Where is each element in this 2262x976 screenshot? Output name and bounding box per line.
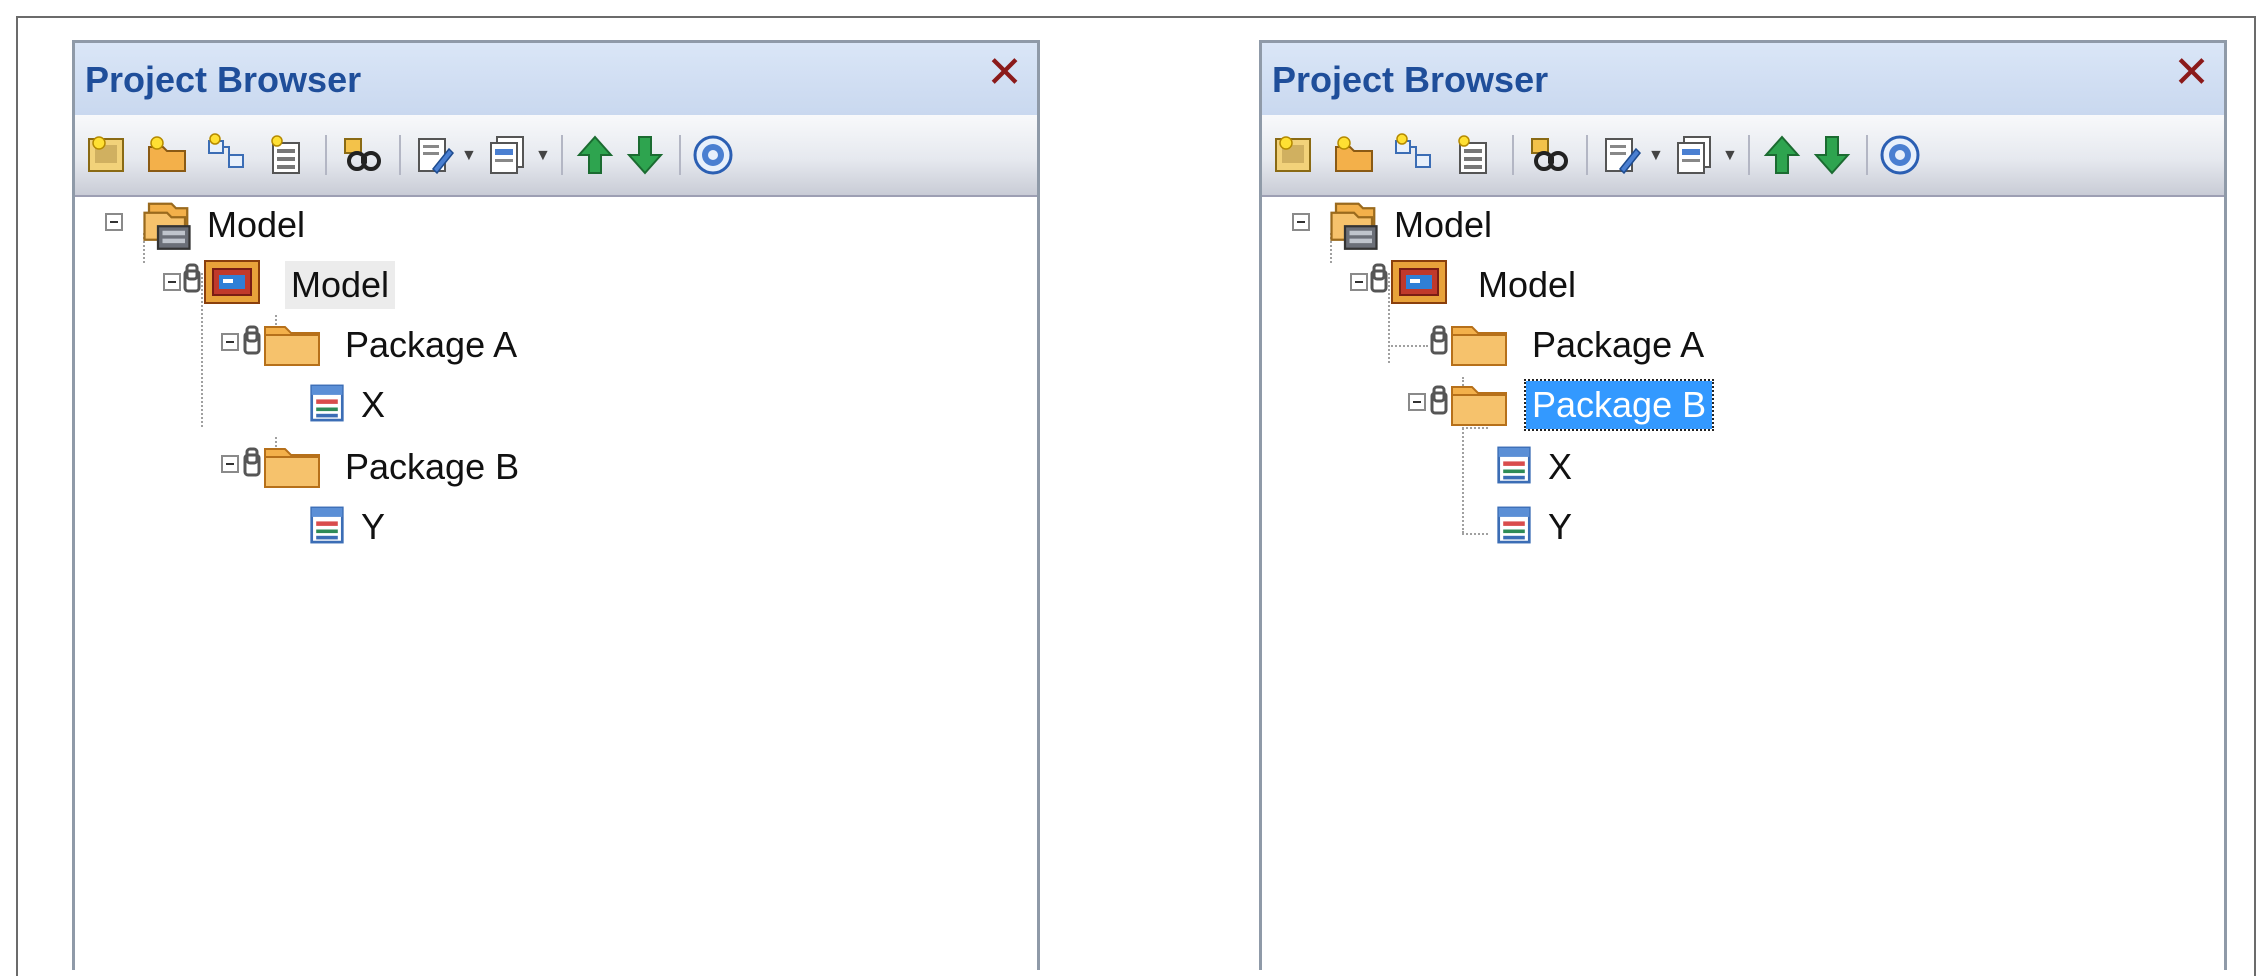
tree-node-package-b[interactable]: Package B: [339, 443, 525, 491]
folder-package-icon: [243, 441, 323, 489]
chevron-down-icon[interactable]: ▼: [535, 147, 551, 165]
chevron-down-icon[interactable]: ▼: [1722, 147, 1738, 165]
chevron-down-icon[interactable]: ▼: [1648, 147, 1664, 165]
toolbar-separator: [1586, 135, 1588, 175]
toolbar: ▼ ▼: [75, 115, 1037, 197]
view-icon[interactable]: [487, 133, 531, 177]
class-element-icon: [309, 383, 345, 423]
tree-node-package-a[interactable]: Package A: [1526, 321, 1710, 369]
toolbar-separator: [1512, 135, 1514, 175]
project-browser-panel-right: Project Browser ✕ ▼ ▼ Model Model Packag…: [1259, 40, 2227, 970]
find-icon[interactable]: [339, 133, 383, 177]
tree-node-model[interactable]: Model: [285, 261, 396, 309]
collapse-toggle[interactable]: [1350, 273, 1368, 291]
properties-icon[interactable]: [1600, 133, 1644, 177]
collapse-toggle[interactable]: [1408, 393, 1426, 411]
tree-node-model[interactable]: Model: [1472, 261, 1582, 309]
properties-icon[interactable]: [413, 133, 457, 177]
collapse-toggle[interactable]: [105, 213, 123, 231]
move-down-icon[interactable]: [623, 133, 667, 177]
move-up-icon[interactable]: [1760, 133, 1804, 177]
tree-connector: [1462, 427, 1488, 429]
folder-package-icon: [243, 319, 323, 367]
collapse-toggle[interactable]: [221, 333, 239, 351]
tree-node-root-model[interactable]: Model: [1388, 201, 1498, 249]
tree-node-y[interactable]: Y: [355, 503, 391, 551]
toolbar-separator: [561, 135, 563, 175]
tree-node-root-model[interactable]: Model: [201, 201, 311, 249]
collapse-toggle[interactable]: [1292, 213, 1310, 231]
move-down-icon[interactable]: [1810, 133, 1854, 177]
view-icon[interactable]: [1674, 133, 1718, 177]
help-icon[interactable]: [1878, 133, 1922, 177]
panel-title: Project Browser: [1272, 59, 1549, 100]
new-diagram-icon[interactable]: [1272, 133, 1316, 177]
panel-titlebar: Project Browser ✕: [75, 43, 1037, 115]
new-child-icon[interactable]: [265, 133, 309, 177]
collapse-toggle[interactable]: [163, 273, 181, 291]
toolbar-separator: [325, 135, 327, 175]
model-root-icon: [1324, 197, 1384, 251]
collapse-toggle[interactable]: [221, 455, 239, 473]
tree-view: Model Model Package A X Package B Y: [75, 197, 1037, 970]
folder-package-icon: [1430, 379, 1510, 427]
new-element-icon[interactable]: [205, 133, 249, 177]
new-package-icon[interactable]: [145, 133, 189, 177]
tree-node-package-b[interactable]: Package B: [1523, 379, 1715, 431]
project-browser-panel-left: Project Browser ✕ ▼ ▼ Model Model Packag…: [72, 40, 1040, 970]
tree-node-x[interactable]: X: [355, 381, 391, 429]
move-up-icon[interactable]: [573, 133, 617, 177]
new-diagram-icon[interactable]: [85, 133, 129, 177]
toolbar-separator: [679, 135, 681, 175]
tree-connector: [1388, 345, 1428, 347]
new-element-icon[interactable]: [1392, 133, 1436, 177]
new-child-icon[interactable]: [1452, 133, 1496, 177]
model-root-icon: [137, 197, 197, 251]
model-package-icon: [183, 257, 263, 305]
tree-node-y[interactable]: Y: [1542, 503, 1578, 551]
find-icon[interactable]: [1526, 133, 1570, 177]
model-package-icon: [1370, 257, 1450, 305]
close-icon[interactable]: ✕: [986, 51, 1023, 95]
help-icon[interactable]: [691, 133, 735, 177]
class-element-icon: [1496, 445, 1532, 485]
tree-node-package-a[interactable]: Package A: [339, 321, 523, 369]
toolbar: ▼ ▼: [1262, 115, 2224, 197]
class-element-icon: [309, 505, 345, 545]
tree-view: Model Model Package A Package B X Y: [1262, 197, 2224, 970]
panel-title: Project Browser: [85, 59, 362, 100]
toolbar-separator: [1866, 135, 1868, 175]
toolbar-separator: [1748, 135, 1750, 175]
folder-package-icon: [1430, 319, 1510, 367]
chevron-down-icon[interactable]: ▼: [461, 147, 477, 165]
class-element-icon: [1496, 505, 1532, 545]
toolbar-separator: [399, 135, 401, 175]
new-package-icon[interactable]: [1332, 133, 1376, 177]
close-icon[interactable]: ✕: [2173, 51, 2210, 95]
panel-titlebar: Project Browser ✕: [1262, 43, 2224, 115]
tree-connector: [1462, 533, 1488, 535]
tree-node-x[interactable]: X: [1542, 443, 1578, 491]
